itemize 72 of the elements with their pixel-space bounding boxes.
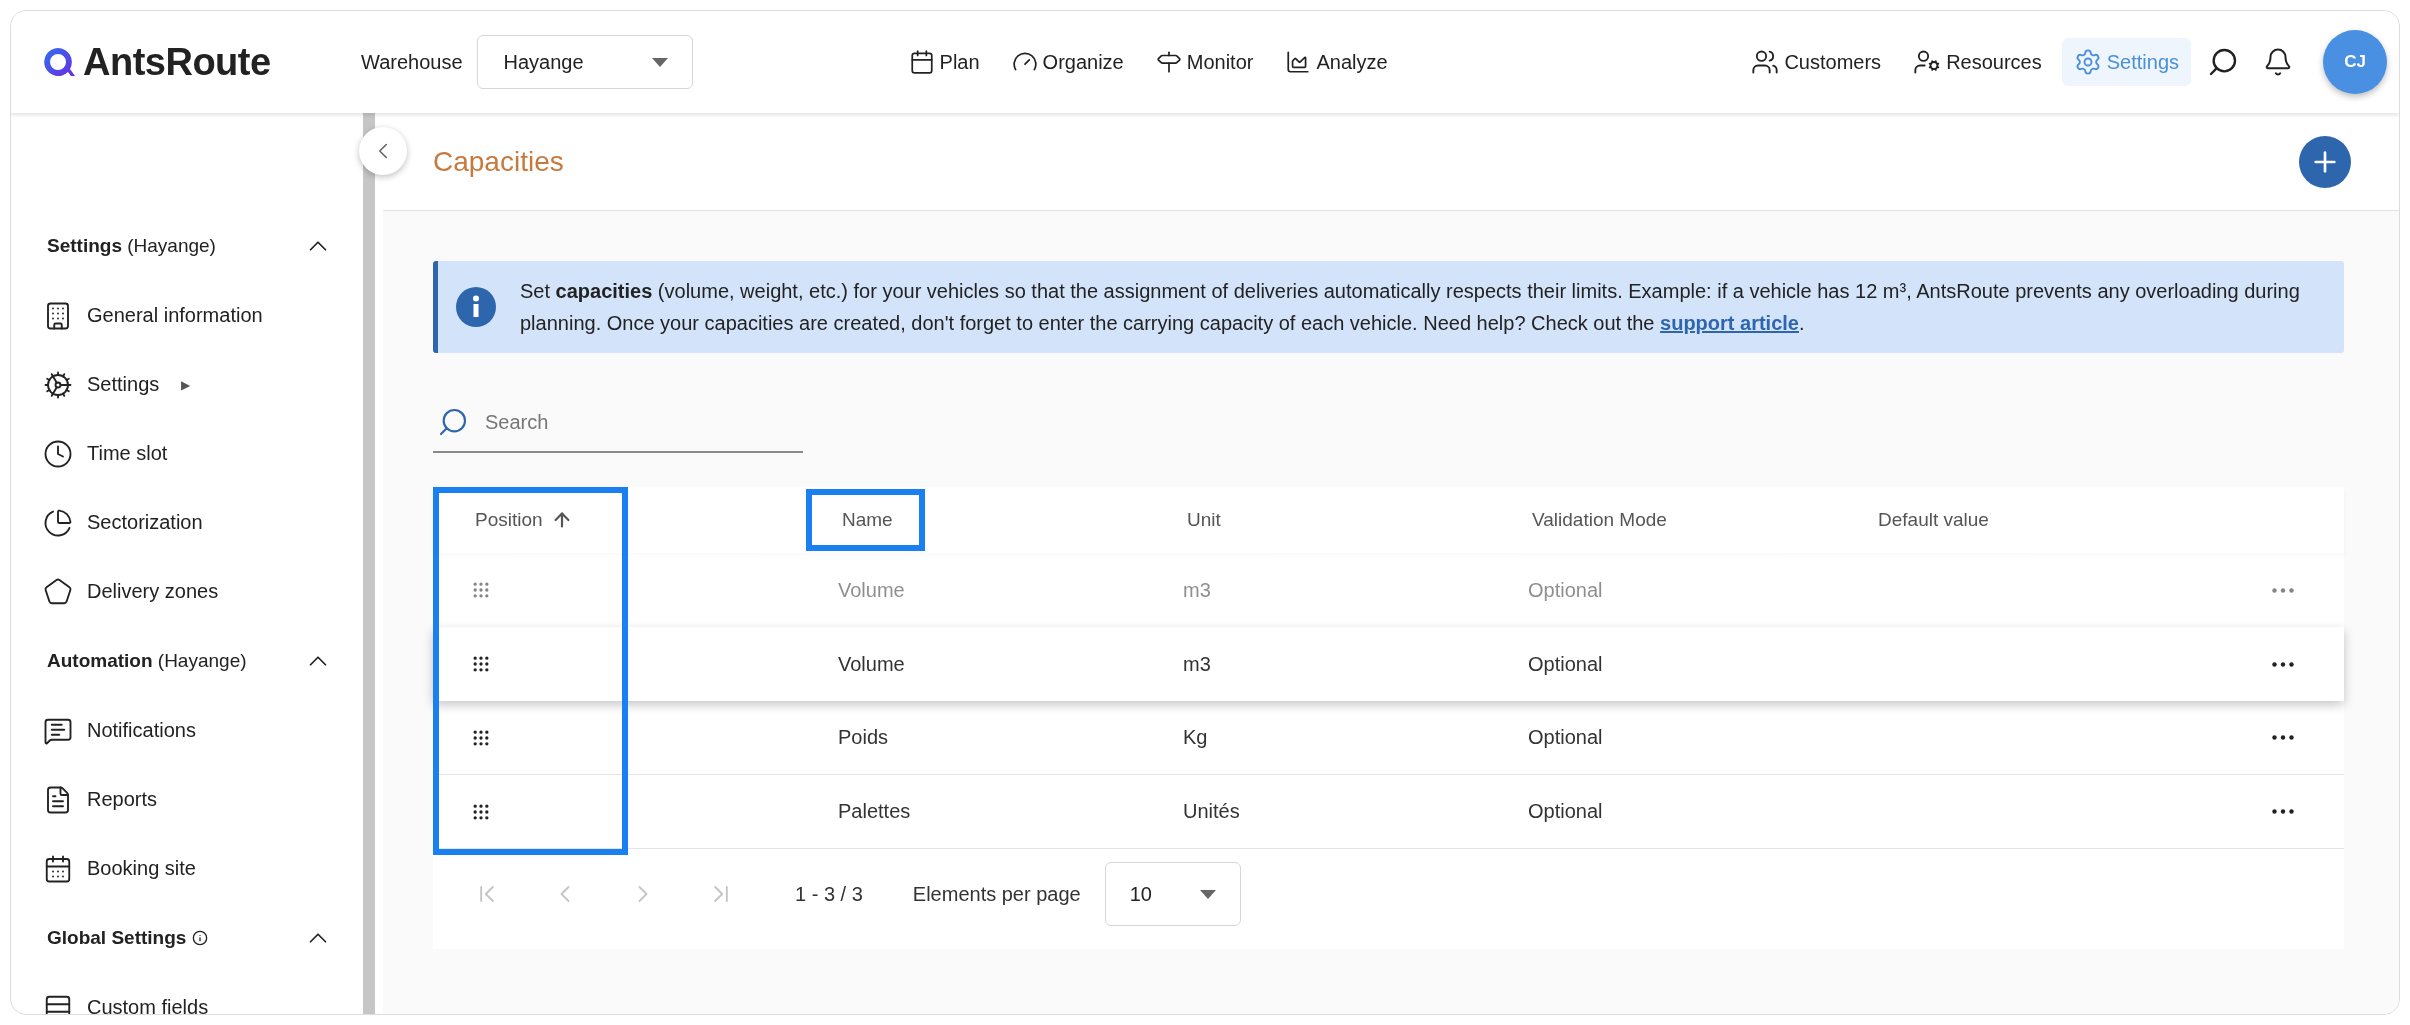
column-header[interactable]: Default value bbox=[1842, 489, 2021, 551]
drag-handle-icon[interactable] bbox=[471, 654, 491, 674]
per-page-select[interactable]: 10 bbox=[1104, 862, 1241, 926]
sidebar-item[interactable]: Delivery zones bbox=[11, 557, 363, 626]
sidebar-item[interactable]: Settings ▶ bbox=[11, 350, 363, 419]
column-header[interactable]: Position bbox=[439, 489, 605, 551]
area-chart-icon bbox=[1285, 49, 1312, 75]
ellipsis-icon bbox=[2272, 735, 2294, 740]
search-icon bbox=[437, 406, 469, 438]
search-icon bbox=[2207, 46, 2239, 78]
section-title: Global Settings bbox=[47, 927, 209, 949]
column-header[interactable]: Name bbox=[806, 489, 925, 551]
nav-tab[interactable]: Plan bbox=[896, 39, 992, 85]
nav-tab[interactable]: Analyze bbox=[1273, 39, 1400, 85]
table-cell-text: Volume bbox=[837, 578, 906, 602]
sidebar-item[interactable]: Notifications bbox=[11, 696, 363, 765]
table-cell-text: Volume bbox=[837, 652, 906, 676]
section-title: Settings (Hayange) bbox=[47, 235, 216, 257]
table-cell-text: Poids bbox=[837, 726, 890, 749]
ellipsis-icon bbox=[2272, 661, 2294, 667]
caret-icon bbox=[1199, 889, 1216, 899]
table-cell-text: m3 bbox=[1182, 652, 1212, 676]
sidebar-item[interactable]: General information bbox=[11, 281, 363, 350]
nav-tab[interactable]: Customers bbox=[1739, 38, 1894, 86]
sidebar-item[interactable]: Booking site bbox=[11, 834, 363, 903]
users-icon bbox=[1751, 48, 1780, 76]
bell-icon bbox=[2263, 47, 2293, 77]
drag-handle-icon[interactable] bbox=[471, 580, 491, 600]
gear-icon bbox=[43, 369, 73, 400]
calendar-icon bbox=[43, 853, 73, 884]
pentagon-icon bbox=[43, 576, 73, 607]
table-cell-text: Optional bbox=[1527, 652, 1604, 676]
submenu-arrow-icon: ▶ bbox=[181, 377, 191, 392]
table-cell-text: Optional bbox=[1527, 578, 1604, 602]
sidebar-item[interactable]: Custom fields bbox=[11, 973, 363, 1014]
info-text: Set capacities (volume, weight, etc.) for your vehicles so that the assignment of deliveries automatically respects their limits. Example: if a vehicle has 12 m³, AntsRoute prevents any overloading during planning. Once your capacities are created, don't forget to enter the carrying capacity of each vehicle. Need help? Check out the support article. bbox=[520, 279, 2301, 336]
column-header[interactable]: Validation Mode bbox=[1496, 489, 1699, 551]
column-header[interactable]: Unit bbox=[1151, 489, 1253, 551]
nav-tab[interactable]: Monitor bbox=[1143, 39, 1266, 85]
ellipsis-icon bbox=[2272, 809, 2294, 814]
search-input[interactable]: Search bbox=[483, 409, 803, 435]
info-icon bbox=[456, 287, 496, 327]
logo-text: AntsRoute bbox=[83, 40, 271, 84]
table-cell-text: Kg bbox=[1182, 726, 1209, 749]
table-cell-text: Unités bbox=[1182, 800, 1241, 823]
per-page-label: Elements per page bbox=[912, 882, 1081, 906]
scrollbar[interactable] bbox=[363, 113, 375, 1014]
pie-chart-icon bbox=[43, 507, 73, 538]
page-title: Capacities bbox=[433, 145, 564, 178]
table-cell-text: Palettes bbox=[837, 800, 912, 823]
nav-tab[interactable]: Resources bbox=[1901, 38, 2054, 86]
signpost-icon bbox=[1155, 49, 1182, 75]
nav-tab[interactable]: Organize bbox=[999, 39, 1136, 85]
table-cell-text: m3 bbox=[1182, 578, 1212, 602]
user-gear-icon bbox=[1913, 48, 1942, 76]
clock-icon bbox=[43, 438, 73, 469]
table-cell-text: Optional bbox=[1527, 726, 1604, 749]
sidebar-item[interactable]: Time slot bbox=[11, 419, 363, 488]
search-field[interactable]: Search bbox=[433, 393, 803, 453]
support-article-link[interactable]: support article bbox=[1660, 312, 1799, 334]
sidebar-item[interactable]: Sectorization bbox=[11, 488, 363, 557]
add-button[interactable] bbox=[2299, 135, 2351, 188]
warehouse-label: Warehouse bbox=[361, 50, 463, 74]
section-title: Automation (Hayange) bbox=[47, 650, 247, 672]
table-cell-text: Optional bbox=[1527, 800, 1604, 823]
page-range: 1 - 3 / 3 bbox=[795, 882, 863, 906]
ellipsis-icon bbox=[2272, 587, 2294, 593]
logo-icon bbox=[41, 45, 75, 79]
calendar-icon bbox=[908, 49, 935, 75]
caret-icon bbox=[651, 57, 668, 67]
warehouse-select[interactable]: Hayange bbox=[476, 35, 693, 89]
sidebar-item[interactable]: Reports bbox=[11, 765, 363, 834]
